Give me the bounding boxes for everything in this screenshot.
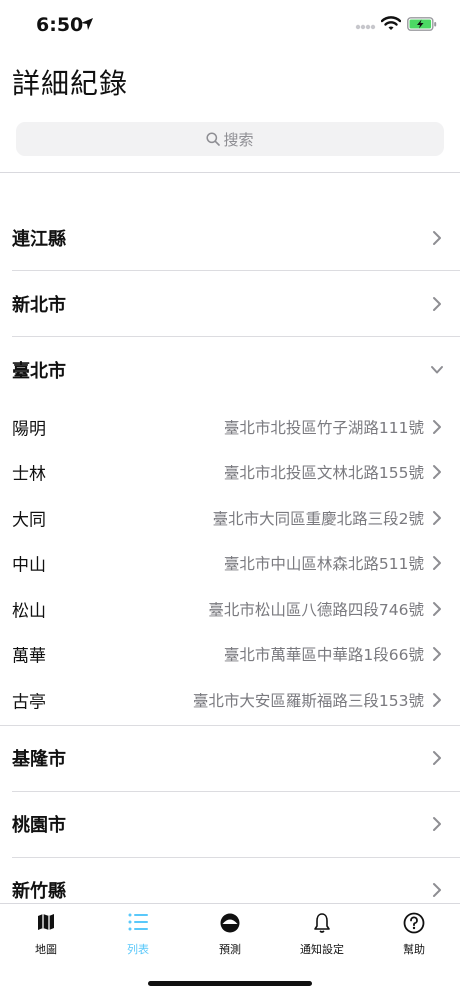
tab-notification-settings[interactable]: 通知設定 [276,904,368,964]
station-address: 臺北市北投區竹子湖路111號 [223,418,424,437]
station-address: 臺北市萬華區中華路1段66號 [223,646,424,665]
tab-label: 幫助 [403,943,425,956]
tab-help[interactable]: 幫助 [368,904,460,964]
region-label: 新北市 [12,294,66,316]
region-label: 桃園市 [12,815,66,836]
region-label: 基隆市 [12,749,66,770]
help-icon [403,912,425,934]
tab-label: 通知設定 [300,943,344,956]
cellular-signal-icon [355,24,376,30]
region-label: 新竹縣 [12,881,66,902]
search-placeholder: 搜索 [223,130,254,149]
chevron-right-icon [433,419,441,434]
map-icon [38,914,54,930]
chevron-right-icon [433,751,441,765]
wifi-icon [381,16,401,30]
chevron-right-icon [433,510,441,525]
station-address: 臺北市松山區八德路四段746號 [208,600,424,619]
station-name: 陽明 [12,419,46,440]
list-icon [128,913,148,931]
region-row-taoyuan[interactable]: 桃園市 [0,792,460,857]
chevron-right-icon [433,601,441,616]
station-row[interactable]: 士林 臺北市北投區文林北路155號 [0,450,460,496]
chevron-right-icon [433,647,441,662]
tab-label: 列表 [127,943,149,956]
region-row-lienchiang[interactable]: 連江縣 [0,205,460,270]
region-label: 連江縣 [12,228,66,250]
tab-map[interactable]: 地圖 [0,904,92,964]
chevron-right-icon [433,296,441,311]
home-indicator [148,981,312,986]
station-row[interactable]: 松山 臺北市松山區八德路四段746號 [0,586,460,632]
forecast-icon [220,913,240,933]
station-row[interactable]: 陽明 臺北市北投區竹子湖路111號 [0,404,460,450]
station-name: 古亭 [12,692,46,713]
station-row[interactable]: 萬華 臺北市萬華區中華路1段66號 [0,632,460,678]
chevron-right-icon [433,692,441,707]
chevron-right-icon [433,817,441,831]
chevron-right-icon [433,556,441,571]
station-address: 臺北市北投區文林北路155號 [223,464,424,483]
station-name: 松山 [12,601,46,622]
search-input[interactable]: 搜索 [16,122,444,156]
region-row-new-taipei[interactable]: 新北市 [0,271,460,336]
battery-charging-icon [407,17,437,31]
tab-forecast[interactable]: 預測 [184,904,276,964]
status-bar: 6:50 [0,0,460,52]
chevron-right-icon [433,465,441,480]
station-row[interactable]: 大同 臺北市大同區重慶北路三段2號 [0,495,460,541]
station-name: 士林 [12,464,46,485]
location-arrow-icon [81,18,93,30]
station-name: 萬華 [12,646,46,667]
station-address: 臺北市大同區重慶北路三段2號 [212,509,424,528]
page-title: 詳細紀錄 [12,67,129,100]
station-name: 中山 [12,555,46,576]
station-list: 陽明 臺北市北投區竹子湖路111號 士林 臺北市北投區文林北路155號 大同 臺… [0,402,460,725]
bell-icon [314,913,330,933]
chevron-down-icon [431,365,443,373]
tab-label: 地圖 [35,943,57,956]
station-name: 大同 [12,510,46,531]
station-address: 臺北市大安區羅斯福路三段153號 [192,691,424,710]
region-row-taipei[interactable]: 臺北市 [0,337,460,402]
tab-list[interactable]: 列表 [92,904,184,964]
header-divider [0,172,460,173]
status-time: 6:50 [36,14,84,36]
region-label: 臺北市 [12,360,66,382]
station-address: 臺北市中山區林森北路511號 [223,555,424,574]
station-row[interactable]: 中山 臺北市中山區林森北路511號 [0,541,460,587]
tab-label: 預測 [219,943,241,956]
region-row-keelung[interactable]: 基隆市 [0,726,460,791]
search-icon [206,132,221,146]
station-row[interactable]: 古亭 臺北市大安區羅斯福路三段153號 [0,677,460,723]
chevron-right-icon [433,883,441,897]
region-list: 連江縣 新北市 臺北市 陽明 臺北市北投區竹子湖路111號 士林 臺北市北投區文… [0,205,460,923]
chevron-right-icon [433,230,441,245]
